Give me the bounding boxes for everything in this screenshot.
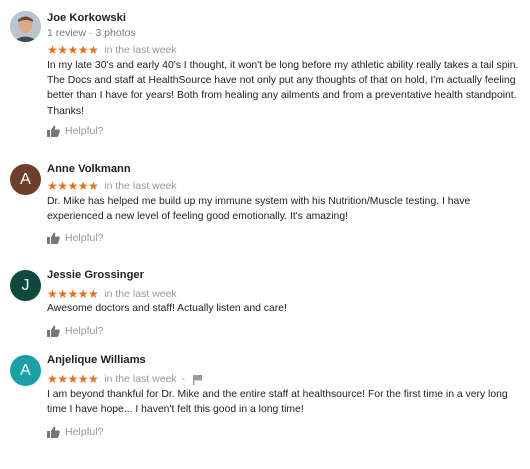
reviewer-meta: 1 review · 3 photos: [47, 27, 136, 39]
helpful-label: Helpful?: [65, 232, 104, 244]
review-time: in the last week: [104, 180, 177, 192]
helpful-button[interactable]: Helpful?: [47, 125, 104, 137]
helpful-button[interactable]: Helpful?: [47, 325, 104, 337]
star-rating: ★★★★★: [47, 43, 99, 57]
thumbs-up-icon: [47, 125, 60, 137]
avatar[interactable]: A: [10, 355, 41, 386]
helpful-label: Helpful?: [65, 125, 104, 137]
helpful-label: Helpful?: [65, 325, 104, 337]
reviewer-name[interactable]: Anne Volkmann: [47, 163, 131, 175]
rating-row: ★★★★★ in the last week: [47, 288, 177, 300]
review-text: In my late 30's and early 40's I thought…: [47, 60, 519, 117]
helpful-button[interactable]: Helpful?: [47, 232, 104, 244]
avatar[interactable]: J: [10, 270, 41, 301]
avatar[interactable]: A: [10, 164, 41, 195]
thumbs-up-icon: [47, 426, 60, 438]
reviewer-name[interactable]: Joe Korkowski: [47, 12, 126, 24]
rating-row: ★★★★★ in the last week: [47, 180, 177, 192]
review-text: I am beyond thankful for Dr. Mike and th…: [47, 389, 508, 416]
avatar[interactable]: [10, 11, 41, 42]
review-time: in the last week: [104, 373, 177, 385]
profile-photo-icon: [10, 11, 41, 42]
star-rating: ★★★★★: [47, 287, 99, 301]
flag-icon[interactable]: [192, 374, 203, 385]
helpful-button[interactable]: Helpful?: [47, 426, 104, 438]
avatar-letter: A: [20, 361, 31, 379]
rating-row: ★★★★★ in the last week -: [47, 373, 203, 385]
review-text: Awesome doctors and staff! Actually list…: [47, 303, 287, 314]
star-rating: ★★★★★: [47, 372, 99, 386]
review-time: in the last week: [104, 288, 177, 300]
reviewer-name[interactable]: Jessie Grossinger: [47, 269, 144, 281]
review-time: in the last week: [104, 44, 177, 56]
rating-row: ★★★★★ in the last week: [47, 44, 177, 56]
time-separator: -: [181, 373, 186, 385]
thumbs-up-icon: [47, 325, 60, 337]
review-text: Dr. Mike has helped me build up my immun…: [47, 196, 471, 223]
reviewer-name[interactable]: Anjelique Williams: [47, 354, 146, 366]
thumbs-up-icon: [47, 232, 60, 244]
avatar-letter: J: [21, 276, 30, 294]
star-rating: ★★★★★: [47, 179, 99, 193]
avatar-letter: A: [20, 170, 31, 188]
helpful-label: Helpful?: [65, 426, 104, 438]
